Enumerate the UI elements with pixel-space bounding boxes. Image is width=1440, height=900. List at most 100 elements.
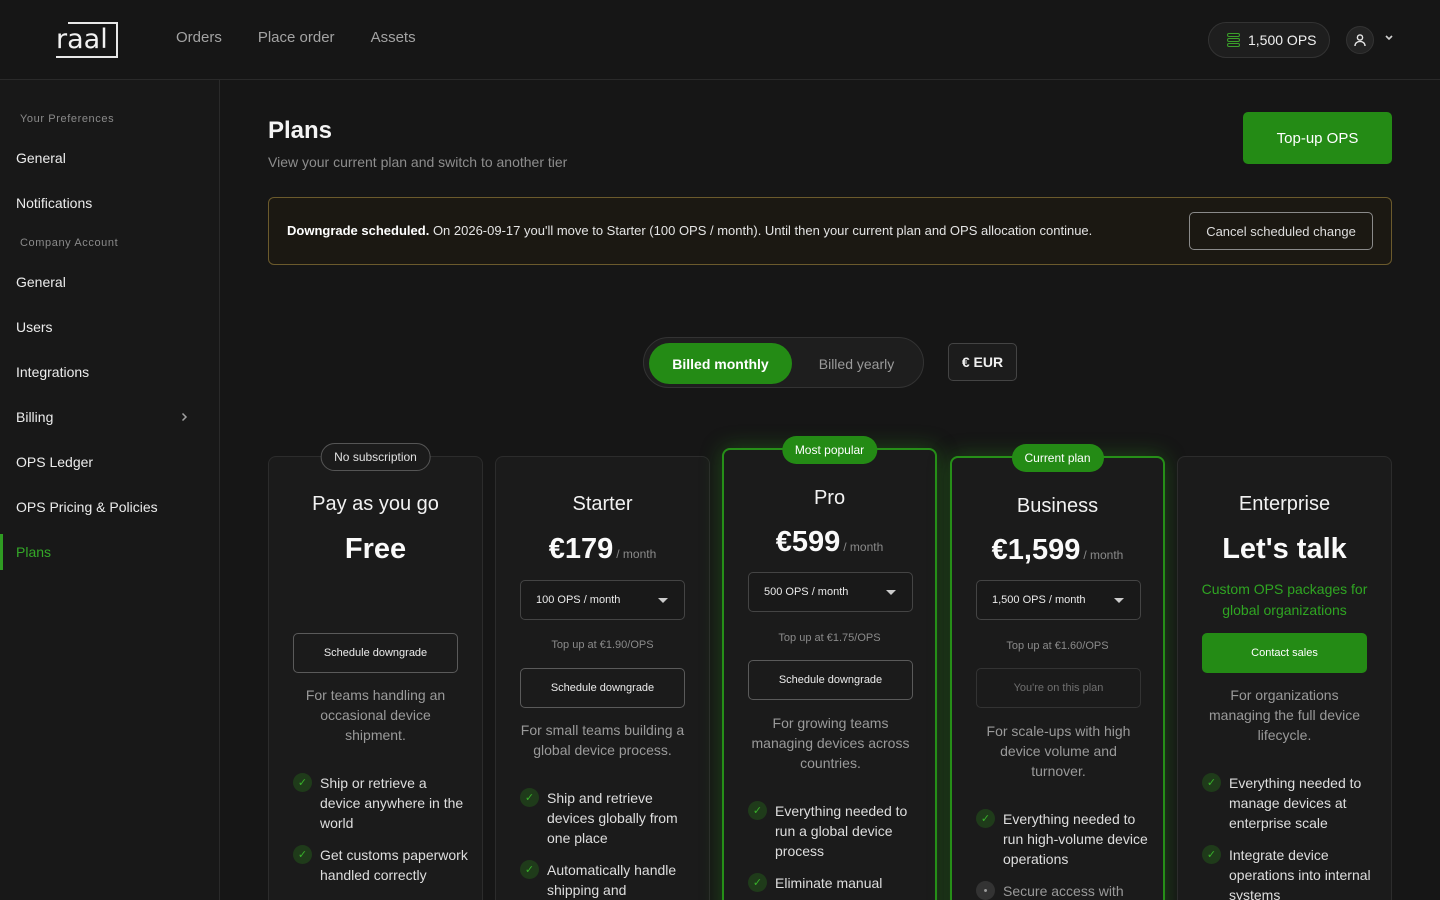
plan-card-starter: Starter €179/ month 100 OPS / month Top … (495, 456, 710, 900)
plan-name: Business (1016, 495, 1099, 517)
currency-select[interactable]: € EUR (948, 343, 1017, 381)
plan-price: €599/ month (724, 526, 935, 559)
sidebar-item-label: Billing (16, 409, 54, 425)
coins-icon (1227, 33, 1240, 47)
banner-text: On 2026-09-17 you'll move to Starter (10… (432, 223, 1093, 238)
caret-down-icon (658, 598, 668, 603)
check-icon: ✓ (1202, 845, 1221, 864)
contact-sales-button[interactable]: Contact sales (1202, 633, 1367, 673)
plan-card-pro: Most popular Pro €599/ month 500 OPS / m… (722, 436, 937, 900)
plan-custom-note: Custom OPS packages for global organizat… (1201, 581, 1368, 618)
price-amount: €179 (548, 533, 614, 565)
price-period: / month (843, 540, 884, 554)
sidebar-item-label: Integrations (16, 364, 90, 380)
sidebar-item-label: OPS Ledger (16, 454, 94, 470)
plan-name: Starter (572, 493, 633, 515)
page-title: Plans (268, 117, 333, 144)
page-subtitle: View your current plan and switch to ano… (268, 154, 568, 170)
plan-card-pay-as-you-go: No subscription Pay as you go Free Sched… (268, 443, 483, 900)
sidebar-item-label: General (16, 150, 66, 166)
feature-item: ✓ Ship and retrieve devices globally from… (520, 788, 695, 848)
feature-text: Ship or retrieve a device anywhere in th… (320, 775, 464, 831)
sidebar-item-label: OPS Pricing & Policies (16, 499, 158, 515)
sidebar-item-integrations[interactable]: Integrations (0, 354, 219, 390)
schedule-downgrade-button[interactable]: Schedule downgrade (293, 633, 458, 673)
sidebar-item-notifications[interactable]: Notifications (0, 185, 219, 221)
feature-item: ✓ Eliminate manual (748, 873, 923, 893)
feature-text: Integrate device operations into interna… (1229, 847, 1371, 900)
plan-badge: No subscription (320, 443, 431, 471)
plan-description: For teams handling an occasional device … (305, 687, 446, 743)
nav-place-order[interactable]: Place order (258, 29, 335, 46)
price-amount: Let's talk (1222, 533, 1347, 565)
plan-price: €179/ month (496, 533, 709, 566)
plan-card-business: Current plan Business €1,599/ month 1,50… (950, 444, 1165, 900)
sidebar-item-label: Plans (16, 544, 52, 560)
price-period: / month (616, 547, 657, 561)
user-avatar[interactable] (1346, 26, 1374, 54)
sidebar-item-label: Users (16, 319, 53, 335)
logo[interactable]: raal (56, 22, 118, 58)
ops-balance-pill[interactable]: 1,500 OPS (1208, 22, 1330, 58)
plan-description: For small teams building a global device… (520, 722, 685, 758)
check-icon: ✓ (976, 809, 995, 828)
topup-rate: Top up at €1.60/OPS (1006, 640, 1109, 652)
nav-assets[interactable]: Assets (371, 29, 416, 46)
feature-item: ✓ Everything needed to manage devices at … (1202, 773, 1377, 833)
price-period: / month (1083, 548, 1124, 562)
ops-select-value: 500 OPS / month (764, 586, 849, 598)
top-bar: raal Orders Place order Assets 1,500 OPS (0, 0, 1440, 80)
feature-item: ✓ Everything needed to run a global devic… (748, 801, 923, 861)
sidebar-item-label: General (16, 274, 66, 290)
plan-price: €1,599/ month (952, 534, 1163, 567)
feature-item: ✓ Get customs paperwork handled correctly (293, 845, 468, 885)
feature-text: Automatically handle shipping and (547, 862, 677, 898)
ops-select-value: 1,500 OPS / month (992, 594, 1086, 606)
price-amount: €1,599 (991, 534, 1081, 566)
topup-rate: Top up at €1.90/OPS (551, 639, 654, 651)
main-nav: Orders Place order Assets (176, 29, 416, 46)
current-plan-button: You're on this plan (976, 668, 1141, 708)
sidebar-item-company-general[interactable]: General (0, 264, 219, 300)
nav-orders[interactable]: Orders (176, 29, 222, 46)
caret-down-icon (1114, 598, 1124, 603)
sidebar-item-users[interactable]: Users (0, 309, 219, 345)
feature-text: Secure access with (1003, 883, 1124, 899)
ops-allowance-select[interactable]: 1,500 OPS / month (976, 580, 1141, 620)
top-up-ops-button[interactable]: Top-up OPS (1243, 112, 1392, 164)
cancel-scheduled-change-button[interactable]: Cancel scheduled change (1189, 212, 1373, 250)
plan-name: Pay as you go (312, 493, 439, 515)
banner-message: Downgrade scheduled. On 2026-09-17 you'l… (287, 223, 1092, 238)
plan-name: Pro (813, 487, 846, 509)
lock-icon: • (976, 881, 995, 900)
check-icon: ✓ (293, 845, 312, 864)
feature-item: • Secure access with (976, 881, 1151, 900)
sidebar-item-plans[interactable]: Plans (0, 534, 219, 570)
billed-monthly-option[interactable]: Billed monthly (649, 343, 792, 384)
plan-card-enterprise: Enterprise Let's talk Custom OPS package… (1177, 456, 1392, 900)
sidebar-item-billing[interactable]: Billing (0, 399, 219, 435)
schedule-downgrade-button[interactable]: Schedule downgrade (520, 668, 685, 708)
banner-title: Downgrade scheduled. (287, 223, 430, 238)
caret-down-icon (886, 590, 896, 595)
feature-text: Eliminate manual (775, 875, 883, 891)
plan-price: Free (269, 533, 482, 566)
feature-text: Everything needed to manage devices at e… (1229, 775, 1362, 831)
sidebar-section-title: Company Account (20, 237, 119, 249)
schedule-downgrade-button[interactable]: Schedule downgrade (748, 660, 913, 700)
chevron-down-icon[interactable] (1383, 31, 1395, 43)
check-icon: ✓ (520, 860, 539, 879)
sidebar-item-general[interactable]: General (0, 140, 219, 176)
logo-text: raal (56, 24, 108, 55)
sidebar-item-ops-pricing[interactable]: OPS Pricing & Policies (0, 489, 219, 525)
plan-description: For growing teams managing devices acros… (751, 715, 910, 771)
sidebar-item-ops-ledger[interactable]: OPS Ledger (0, 444, 219, 480)
plan-description: For scale-ups with high device volume an… (986, 723, 1131, 779)
billed-yearly-option[interactable]: Billed yearly (794, 343, 919, 384)
ops-allowance-select[interactable]: 500 OPS / month (748, 572, 913, 612)
feature-text: Get customs paperwork handled correctly (320, 847, 468, 883)
ops-allowance-select[interactable]: 100 OPS / month (520, 580, 685, 620)
plan-price: Let's talk (1178, 533, 1391, 566)
check-icon: ✓ (1202, 773, 1221, 792)
feature-item: ✓ Automatically handle shipping and (520, 860, 695, 900)
